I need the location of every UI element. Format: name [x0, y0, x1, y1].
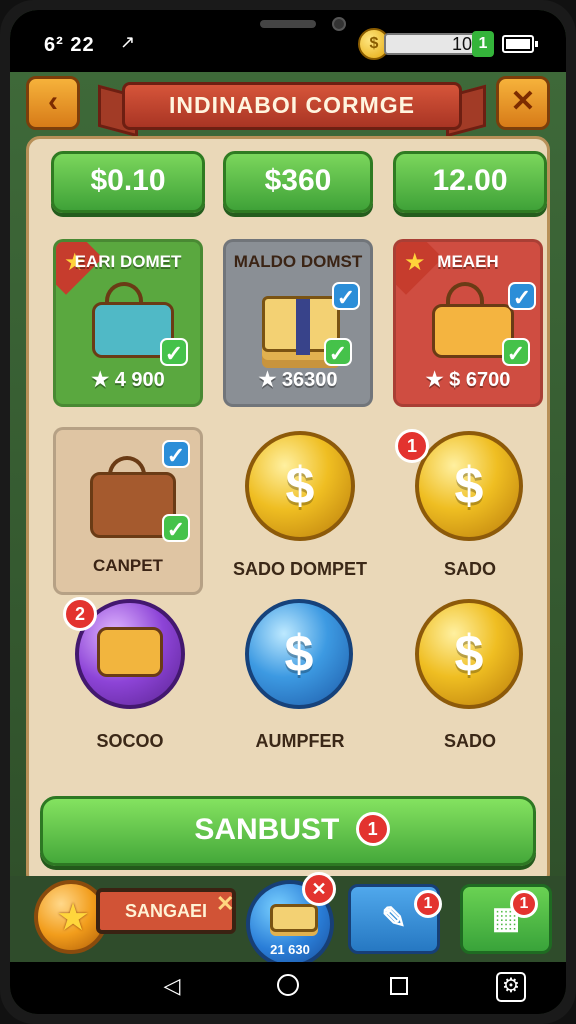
- status-time: 6² 22: [44, 34, 95, 56]
- coin-label-3: SOCOO: [96, 731, 164, 751]
- speaker-notch: [260, 20, 316, 28]
- system-back-icon[interactable]: ◁: [160, 974, 184, 998]
- coin-label-1: SADO DOMPET: [232, 559, 367, 579]
- add-currency-button[interactable]: 1: [472, 31, 494, 57]
- card-price: ★ $ 6700: [425, 369, 511, 391]
- card-title: MEAEH: [437, 252, 499, 271]
- shop-card-golden-bag[interactable]: ★ MEAEH ✓ ✓ ★ $ 6700: [393, 239, 543, 407]
- coin-item-5[interactable]: $: [415, 599, 523, 709]
- card-title: EARI DOMET: [74, 252, 182, 271]
- back-button[interactable]: ‹: [26, 76, 80, 130]
- main-action-button[interactable]: SANBUST 1: [40, 796, 536, 866]
- checkmark-icon: ✓: [162, 440, 190, 468]
- player-label: SANGAEI: [96, 888, 236, 934]
- location-arrow-icon: ↗: [120, 32, 136, 52]
- notification-badge: 2: [63, 597, 97, 631]
- tool-badge: 1: [414, 890, 442, 918]
- close-button[interactable]: ✕: [496, 76, 550, 130]
- checkmark-icon: ✓: [508, 282, 536, 310]
- checkmark-icon: ✓: [162, 514, 190, 542]
- grid-button[interactable]: ▦: [460, 884, 552, 954]
- shop-card-brown-bag[interactable]: ✓ ✓ CANPET: [53, 427, 203, 595]
- main-action-badge: 1: [355, 812, 390, 846]
- coin-label-4: AUMPFER: [255, 731, 345, 751]
- inventory-value: 21 630: [270, 942, 310, 957]
- game-screen: 6² 22 ↗ $ 10 1 ‹ INDINABOI CORMGE ✕ $0.1…: [10, 10, 566, 1014]
- shop-board: $0.10 $360 12.00 ★ EARI DOMET ✓ ★ 4 900 …: [26, 136, 550, 888]
- card-price: ★ 4 900: [91, 369, 165, 391]
- coin-item-4[interactable]: $: [245, 599, 353, 709]
- front-camera: [332, 17, 346, 31]
- bag-icon: [97, 627, 163, 677]
- grid-badge: 1: [510, 890, 538, 918]
- card-title: CANPET: [93, 556, 163, 575]
- status-bar: 6² 22 ↗ $ 10 1: [10, 10, 566, 72]
- checkmark-icon: ✓: [502, 338, 530, 366]
- coin-item-2[interactable]: $: [415, 431, 523, 541]
- system-navigation-bar: ◁ ⚙: [10, 962, 566, 1014]
- price-tab-1[interactable]: $0.10: [51, 151, 205, 213]
- system-recent-apps-icon[interactable]: [390, 977, 408, 995]
- coin-item-1[interactable]: $: [245, 431, 355, 541]
- shop-card-money-stack[interactable]: MALDO DOMST ✓ ✓ ★ 36300: [223, 239, 373, 407]
- notification-badge: 1: [395, 429, 429, 463]
- checkmark-icon: ✓: [324, 338, 352, 366]
- star-icon: ★: [56, 897, 91, 939]
- price-tab-2[interactable]: $360: [223, 151, 373, 213]
- card-title: MALDO DOMST: [233, 252, 363, 271]
- inventory-badge: ✕: [302, 872, 336, 906]
- page-title: INDINABOI CORMGE: [122, 82, 462, 130]
- currency-display: $ 10 1: [358, 28, 548, 60]
- phone-frame: 6² 22 ↗ $ 10 1 ‹ INDINABOI CORMGE ✕ $0.1…: [0, 0, 576, 1024]
- main-action-label: SANBUST: [194, 813, 340, 846]
- close-icon[interactable]: ✕: [216, 891, 234, 917]
- settings-icon[interactable]: ⚙: [496, 972, 526, 1002]
- coin-label-5: SADO: [443, 731, 496, 751]
- currency-value: 10: [384, 33, 480, 55]
- price-tab-3[interactable]: 12.00: [393, 151, 547, 213]
- shop-card-blue-bag[interactable]: ★ EARI DOMET ✓ ★ 4 900: [53, 239, 203, 407]
- checkmark-icon: ✓: [160, 338, 188, 366]
- battery-icon: [502, 35, 538, 53]
- money-stack-icon: [270, 904, 318, 932]
- system-home-icon[interactable]: [277, 974, 299, 996]
- card-price: ★ 36300: [258, 369, 338, 391]
- coin-label-2: SADO: [443, 559, 496, 579]
- checkmark-icon: ✓: [332, 282, 360, 310]
